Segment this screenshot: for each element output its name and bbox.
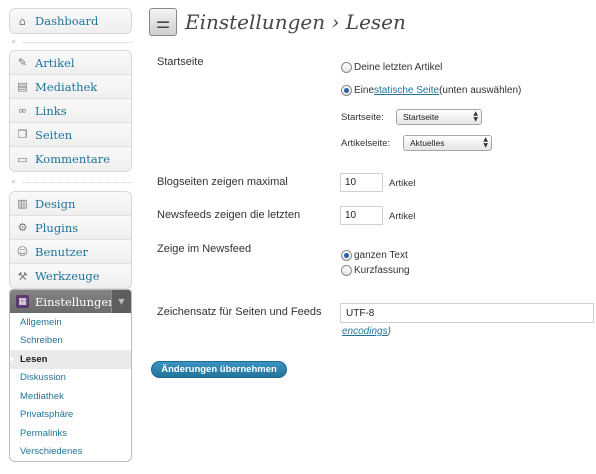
blog-pages-unit: Artikel (389, 178, 416, 189)
charset-hint-suffix: ) (387, 326, 391, 337)
feeds-count-unit: Artikel (389, 211, 416, 222)
front-page-label: Startseite (157, 56, 204, 68)
submenu-item-diskussion[interactable]: Diskussion (10, 369, 131, 388)
media-icon: ▤ (17, 80, 28, 93)
encodings-link[interactable]: encodings (342, 326, 388, 337)
save-changes-button[interactable]: Änderungen übernehmen (151, 361, 287, 378)
front-page-select-label: Startseite: (341, 112, 384, 123)
blog-pages-input[interactable]: 10 (340, 173, 383, 192)
sidebar-item-label: Kommentare (35, 152, 111, 166)
radio-button[interactable] (341, 265, 352, 276)
posts-page-select-label: Artikelseite: (341, 138, 391, 149)
settings-page-icon: ⚌ (149, 8, 177, 36)
settings-submenu: Allgemein Schreiben Lesen Diskussion Mediath… (10, 313, 131, 461)
submenu-item-verschiedenes[interactable]: Verschiedenes (10, 443, 131, 462)
radio-static-page[interactable]: Eine statische Seite (unten auswählen) (341, 85, 521, 96)
plugins-icon: ⚙ (17, 221, 28, 234)
radio-full-text[interactable]: ganzen Text (341, 250, 408, 261)
sidebar-item-label: Design (35, 196, 76, 211)
sidebar-item-label: Dashboard (35, 14, 99, 28)
submenu-item-schreiben[interactable]: Schreiben (10, 332, 131, 351)
sidebar-item-artikel[interactable]: ✎ Artikel (10, 51, 131, 75)
submenu-item-mediathek[interactable]: Mediathek (10, 387, 131, 406)
radio-button-checked[interactable] (341, 85, 352, 96)
submenu-item-permalinks[interactable]: Permalinks (10, 424, 131, 443)
submenu-toggle-icon[interactable]: ▼ (111, 290, 131, 313)
radio-static-suffix: (unten auswählen) (439, 85, 522, 96)
sidebar-item-label: Links (35, 103, 67, 118)
radio-button[interactable] (341, 62, 352, 73)
front-page-select-value: Startseite (403, 112, 439, 122)
sidebar-item-design[interactable]: ▥ Design (10, 192, 131, 216)
posts-page-select[interactable]: Aktuelles ▲ ▼ (403, 135, 492, 151)
radio-summary[interactable]: Kurzfassung (341, 265, 410, 276)
sidebar-item-benutzer[interactable]: ☺ Benutzer (10, 240, 131, 264)
pages-icon: ❐ (17, 128, 28, 141)
submenu-item-privatsphäre[interactable]: Privatsphäre (10, 406, 131, 425)
sidebar-item-label: Werkzeuge (35, 269, 100, 283)
page-title: Einstellungen › Lesen (185, 10, 406, 34)
radio-full-text-label: ganzen Text (354, 250, 408, 261)
menu-group-admin: ▥ Design ⚙ Plugins ☺ Benutzer ⚒ Werkzeuge (9, 191, 132, 289)
submenu-item-lesen[interactable]: Lesen (10, 350, 131, 369)
submenu-item-allgemein[interactable]: Allgemein (10, 313, 131, 332)
page-header: ⚌ Einstellungen › Lesen (149, 8, 406, 36)
pushpin-icon: ✎ (17, 56, 28, 69)
sidebar-item-plugins[interactable]: ⚙ Plugins (10, 216, 131, 240)
sidebar-item-dashboard[interactable]: ⌂ Dashboard (10, 9, 131, 33)
comments-icon: ▭ (17, 152, 28, 166)
select-arrows-icon: ▲ ▼ (483, 136, 488, 149)
sidebar-item-kommentare[interactable]: ▭ Kommentare (10, 147, 131, 171)
charset-hint: encodings) (342, 326, 391, 337)
dashboard-icon: ⌂ (19, 14, 26, 28)
front-page-select[interactable]: Startseite ▲ ▼ (396, 109, 482, 125)
sidebar-item-links[interactable]: ∞ Links (10, 99, 131, 123)
feeds-count-label: Newsfeeds zeigen die letzten (157, 209, 301, 221)
sidebar-item-seiten[interactable]: ❐ Seiten (10, 123, 131, 147)
radio-latest-posts[interactable]: Deine letzten Artikel (341, 62, 442, 73)
sidebar-item-label: Mediathek (35, 79, 98, 94)
feed-content-label: Zeige im Newsfeed (157, 243, 252, 255)
static-page-link[interactable]: statische Seite (374, 85, 439, 96)
menu-group-content: ✎ Artikel ▤ Mediathek ∞ Links ❐ Seiten ▭ Kommenta… (9, 50, 132, 172)
radio-button-checked[interactable] (341, 250, 352, 261)
settings-icon: ▦ (16, 295, 29, 308)
sidebar-item-label: Einstellungen (35, 294, 116, 309)
users-icon: ☺ (16, 245, 29, 258)
menu-separator[interactable]: « (11, 177, 132, 187)
charset-label: Zeichensatz für Seiten und Feeds (157, 306, 322, 318)
sidebar-item-werkzeuge[interactable]: ⚒ Werkzeuge (10, 264, 131, 288)
blog-pages-label: Blogseiten zeigen maximal (157, 176, 288, 188)
menu-separator[interactable]: « (11, 37, 132, 47)
radio-static-prefix: Eine (354, 85, 375, 96)
sidebar-item-label: Plugins (35, 220, 79, 235)
tools-icon: ⚒ (17, 269, 28, 283)
charset-input[interactable]: UTF-8 (340, 303, 594, 323)
sidebar-item-label: Benutzer (35, 244, 89, 259)
select-arrows-icon: ▲ ▼ (473, 110, 478, 123)
menu-group-dashboard: ⌂ Dashboard (9, 8, 132, 34)
sidebar-item-label: Seiten (35, 127, 73, 142)
sidebar-item-mediathek[interactable]: ▤ Mediathek (10, 75, 131, 99)
links-icon: ∞ (17, 104, 28, 117)
radio-summary-label: Kurzfassung (354, 265, 410, 276)
feeds-count-input[interactable]: 10 (340, 206, 383, 225)
sidebar-item-einstellungen[interactable]: ▦ Einstellungen ▼ (10, 290, 131, 313)
posts-page-select-value: Aktuelles (410, 138, 445, 148)
radio-latest-label: Deine letzten Artikel (354, 62, 443, 73)
appearance-icon: ▥ (17, 197, 28, 210)
sidebar-item-label: Artikel (35, 55, 75, 70)
menu-settings: ▦ Einstellungen ▼ Allgemein Schreiben Lese… (9, 289, 132, 462)
